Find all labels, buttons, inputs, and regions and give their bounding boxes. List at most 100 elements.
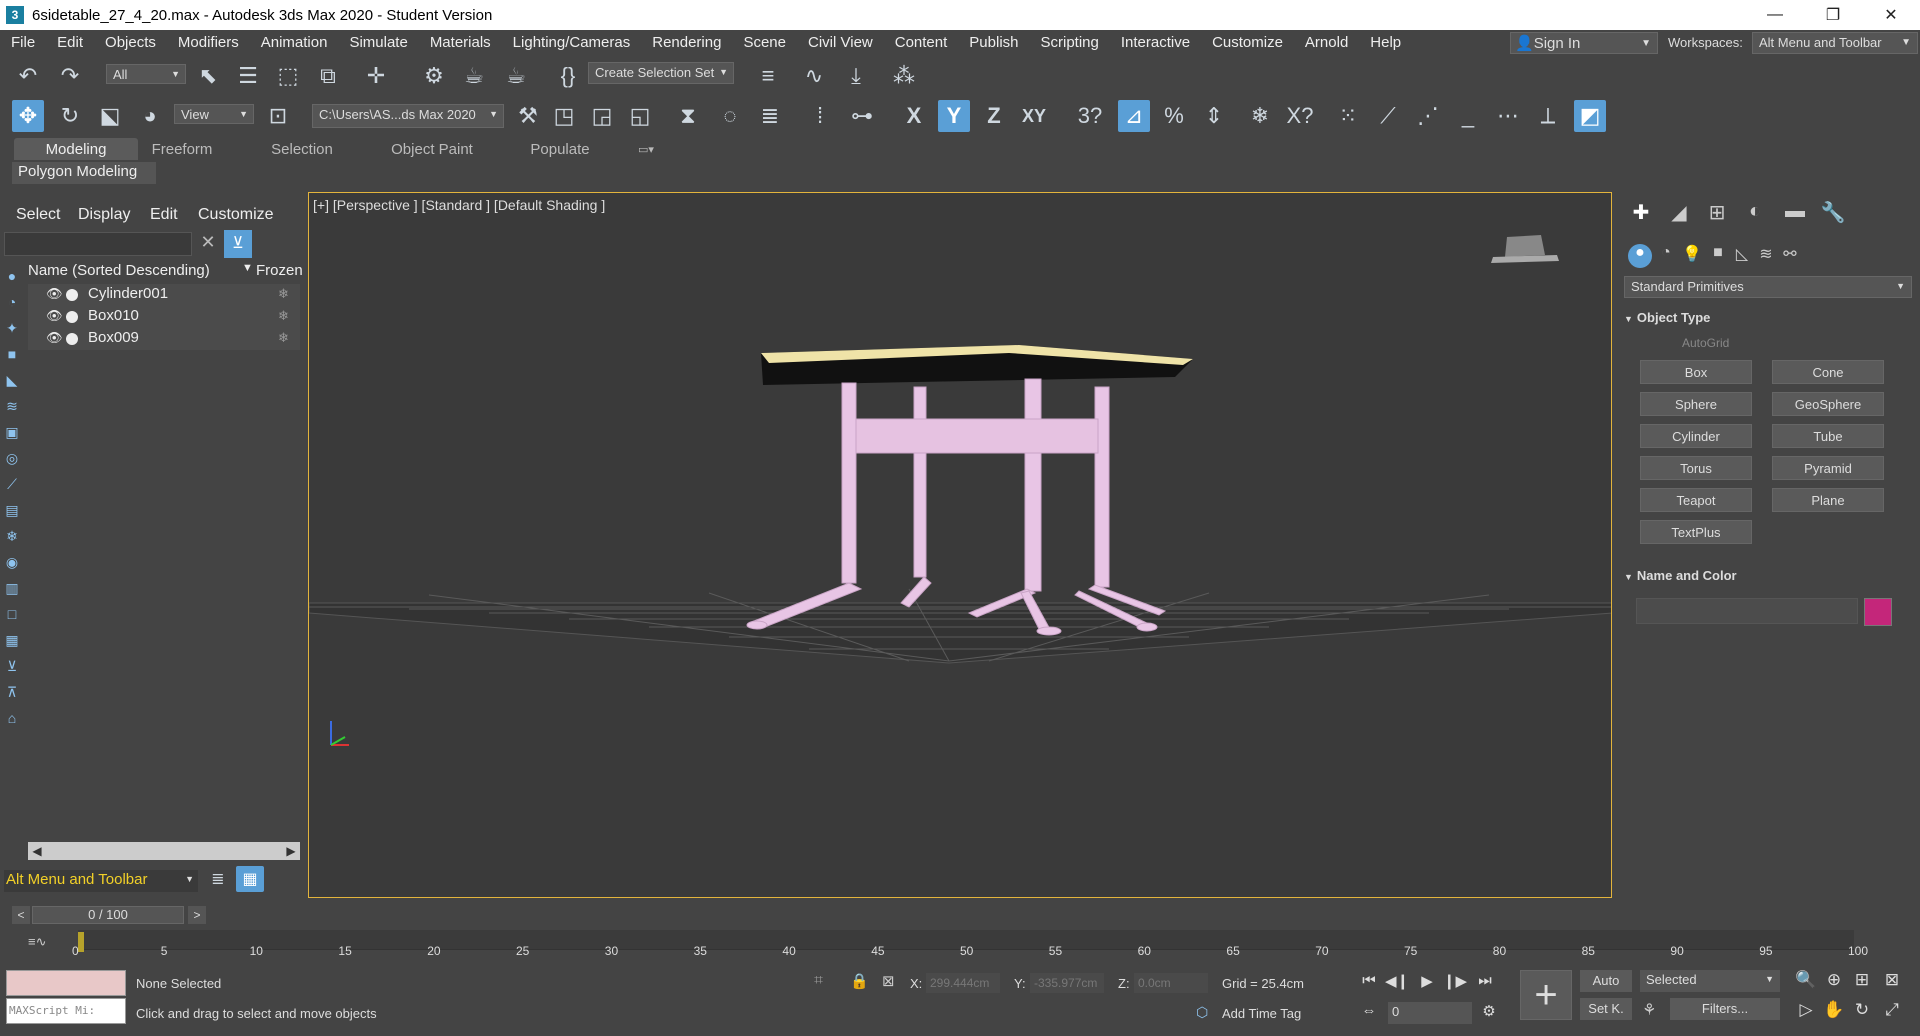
render-frame-icon[interactable]: ☕ [458,60,490,92]
vertex-snap-icon[interactable]: ⋰ [1412,100,1444,132]
isolate-selection-icon[interactable]: ⌗ [814,972,823,990]
restrict-y-button[interactable]: Y [938,100,970,132]
helpers-filter-icon[interactable]: ◣ [2,372,22,392]
tab-object-paint[interactable]: Object Paint [382,138,482,160]
helpers-category-icon[interactable]: ◺ [1730,244,1754,268]
eye-icon[interactable]: 👁 [46,286,63,302]
cameras-filter-icon[interactable]: ■ [2,346,22,366]
menu-simulate[interactable]: Simulate [338,34,418,51]
menu-civil-view[interactable]: Civil View [797,34,884,51]
key-filters-icon[interactable]: ⚘ [1642,1000,1656,1020]
sphere-button[interactable]: Sphere [1640,392,1752,416]
close-button[interactable]: ✕ [1862,0,1920,30]
toggle-scene-explorer-icon[interactable]: ≣ [754,100,786,132]
tab-selection[interactable]: Selection [260,138,344,160]
column-name[interactable]: Name (Sorted Descending) [28,262,210,279]
layer-explorer-toggle-icon[interactable]: ▦ [236,866,264,892]
primitives-dropdown[interactable]: Standard Primitives ▼ [1624,276,1912,298]
menu-file[interactable]: File [0,34,46,51]
menu-content[interactable]: Content [884,34,959,51]
zoom-icon[interactable]: 🔍 [1794,970,1818,994]
eye-icon[interactable]: 👁 [46,330,63,346]
motion-panel-icon[interactable]: ◐ [1740,200,1770,226]
project-folder-dropdown[interactable]: C:\Users\AS...ds Max 2020 ▼ [312,104,504,128]
time-tag-icon[interactable]: ⬡ [1196,1004,1208,1021]
spacewarps-category-icon[interactable]: ≋ [1754,244,1778,268]
sign-in-dropdown[interactable]: 👤 Sign In ▼ [1510,32,1658,54]
time-configuration-icon[interactable]: ⚙ [1476,1002,1502,1024]
snowflake-icon[interactable]: ❄ [278,330,289,346]
schematic-view-icon[interactable]: ⤓ [840,60,872,92]
menu-arnold[interactable]: Arnold [1294,34,1359,51]
create-panel-icon[interactable]: ✚ [1626,200,1656,226]
restrict-x-button[interactable]: X [898,100,930,132]
tab-populate[interactable]: Populate [520,138,600,160]
box-button[interactable]: Box [1640,360,1752,384]
tab-freeform[interactable]: Freeform [140,138,224,160]
select-and-place-icon[interactable]: ◕ [134,100,166,132]
face-snap-icon[interactable]: ⋯ [1492,100,1524,132]
textplus-button[interactable]: TextPlus [1640,520,1752,544]
restrict-xy-button[interactable]: XY [1018,100,1050,132]
midpoint-snap-icon[interactable]: ⟂ [1532,100,1564,132]
selection-set-key-dropdown[interactable]: Selected ▼ [1640,970,1780,992]
display-all-icon[interactable]: ▥ [2,580,22,600]
select-and-move-icon[interactable]: ✥ [12,100,44,132]
render-icon[interactable]: ☕ [500,60,532,92]
go-to-start-icon[interactable]: ⏮ [1356,972,1382,994]
spacewarps-filter-icon[interactable]: ≋ [2,398,22,418]
add-time-tag-button[interactable]: Add Time Tag [1222,1006,1301,1021]
freeze-icon[interactable]: ❄ [1244,100,1276,132]
explorer-horizontal-scrollbar[interactable]: ◀ ▶ [28,842,300,860]
explorer-row[interactable]: 👁 Cylinder001 ❄ [28,284,300,306]
rectangular-selection-icon[interactable]: ⬚ [272,60,304,92]
restrict-z-button[interactable]: Z [978,100,1010,132]
explorer-row[interactable]: 👁 Box010 ❄ [28,306,300,328]
window-crossing-icon[interactable]: ⧉ [312,60,344,92]
select-children-icon[interactable]: ⊼ [2,684,22,704]
menu-scripting[interactable]: Scripting [1030,34,1110,51]
eye-icon[interactable]: 👁 [46,308,63,324]
pivot-point-icon[interactable]: ⊡ [262,100,294,132]
torus-button[interactable]: Torus [1640,456,1752,480]
groups-filter-icon[interactable]: ▣ [2,424,22,444]
shapes-category-icon[interactable]: ◔ [1654,244,1678,268]
layer-manager-icon[interactable]: ≡ [752,60,784,92]
menu-animation[interactable]: Animation [250,34,339,51]
geometry-filter-icon[interactable]: ● [2,268,22,288]
go-to-end-icon[interactable]: ⏭ [1472,972,1498,994]
move-transform-icon[interactable]: ✛ [360,60,392,92]
next-frame-button[interactable]: > [188,906,206,924]
cone-button[interactable]: Cone [1772,360,1884,384]
lights-category-icon[interactable]: 💡 [1680,244,1704,268]
filters-button[interactable]: Filters... [1670,998,1780,1020]
menu-help[interactable]: Help [1359,34,1412,51]
invert-display-icon[interactable]: ▦ [2,632,22,652]
redo-icon[interactable]: ↷ [54,60,86,92]
angle-snap-icon[interactable]: ◱ [624,100,656,132]
zoom-extents-icon[interactable]: ⊞ [1850,970,1874,994]
menu-objects[interactable]: Objects [94,34,167,51]
absolute-mode-icon[interactable]: ⊠ [882,972,895,990]
menu-publish[interactable]: Publish [958,34,1029,51]
keyboard-shortcut-override-icon[interactable]: ◳ [548,100,580,132]
workspace-selector[interactable]: Alt Menu and Toolbar ▼ [4,870,198,892]
find-icon[interactable]: ⊻ [2,658,22,678]
tab-modeling[interactable]: Modeling [14,138,138,160]
object-color-swatch[interactable] [1864,598,1892,626]
display-none-icon[interactable]: □ [2,606,22,626]
play-icon[interactable]: ▶ [1414,972,1440,994]
table-legs[interactable] [746,378,1167,636]
next-key-icon[interactable]: ❙▶ [1442,972,1468,994]
select-and-rotate-icon[interactable]: ↻ [54,100,86,132]
xy-constraint-icon[interactable]: X? [1284,100,1316,132]
menu-lighting-cameras[interactable]: Lighting/Cameras [502,34,642,51]
explorer-row[interactable]: 👁 Box009 ❄ [28,328,300,350]
zoom-all-icon[interactable]: ⊕ [1822,970,1846,994]
geosphere-button[interactable]: GeoSphere [1772,392,1884,416]
geometry-category-icon[interactable]: ● [1628,244,1652,268]
cylinder-button[interactable]: Cylinder [1640,424,1752,448]
auto-key-button[interactable]: Auto [1580,970,1632,992]
field-of-view-icon[interactable]: ▷ [1794,1000,1818,1024]
grid-snap-icon[interactable]: ⁙ [1332,100,1364,132]
